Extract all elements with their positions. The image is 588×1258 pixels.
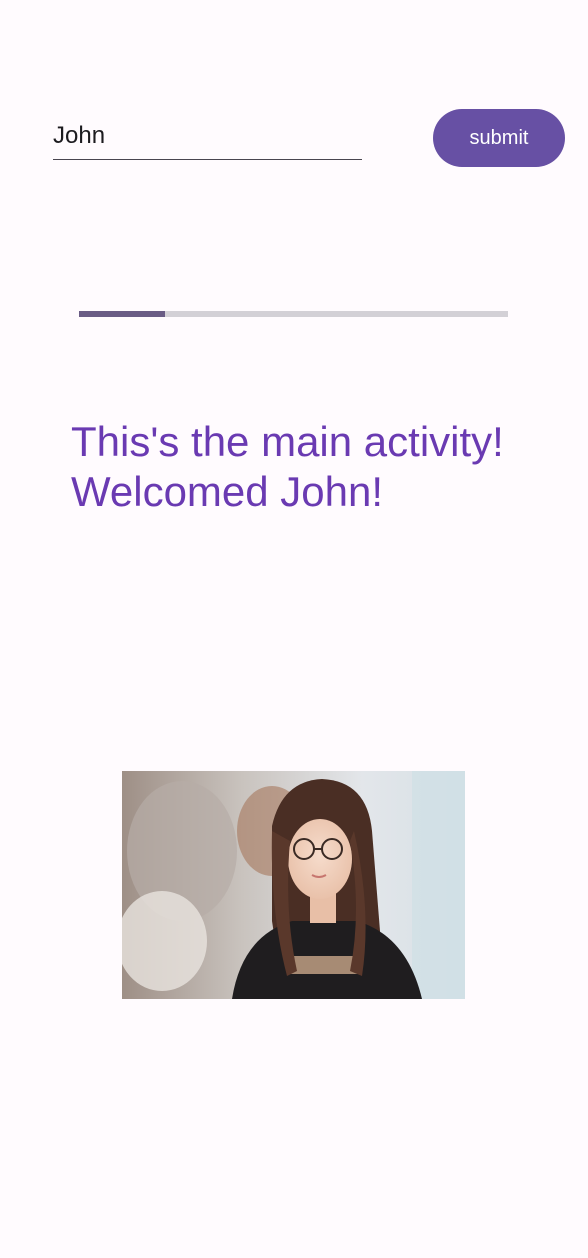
welcome-line-1: This's the main activity!	[71, 418, 504, 465]
progress-bar	[79, 311, 508, 317]
photo-illustration	[122, 771, 465, 999]
progress-bar-fill	[79, 311, 165, 317]
welcome-message: This's the main activity! Welcomed John!	[71, 417, 571, 517]
main-activity-screen: submit This's the main activity! Welcome…	[0, 0, 588, 1258]
name-input[interactable]	[53, 112, 362, 160]
profile-photo	[122, 771, 465, 999]
welcome-line-2: Welcomed John!	[71, 468, 384, 515]
submit-button[interactable]: submit	[433, 109, 565, 167]
